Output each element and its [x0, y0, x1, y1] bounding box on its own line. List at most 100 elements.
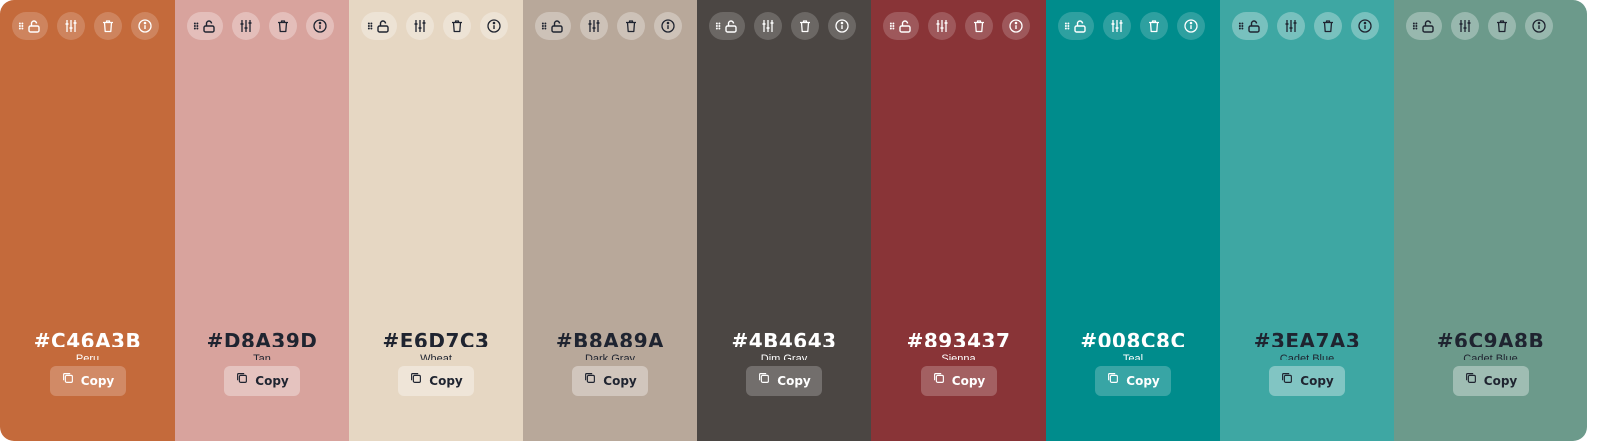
adjust-button[interactable] [406, 12, 434, 40]
info-button[interactable] [1525, 12, 1553, 40]
color-name: Sienna [941, 353, 976, 360]
info-icon [1358, 19, 1372, 33]
trash-icon [974, 20, 984, 33]
drag-lock-button[interactable] [1232, 12, 1268, 40]
adjust-button[interactable] [928, 12, 956, 40]
copy-icon [585, 373, 596, 383]
delete-button[interactable] [791, 12, 819, 40]
color-swatch[interactable]: #E6D7C3 Wheat Copy [349, 0, 523, 441]
swatch-info: #6C9A8B Cadet Blue Copy [1394, 328, 1587, 396]
drag-lock-button[interactable] [535, 12, 571, 40]
color-swatch[interactable]: #3EA7A3 Cadet Blue Copy [1220, 0, 1394, 441]
hex-code[interactable]: #C46A3B [0, 328, 175, 347]
trash-icon [626, 20, 636, 33]
drag-lock-button[interactable] [361, 12, 397, 40]
hex-code[interactable]: #6C9A8B [1394, 328, 1587, 347]
palette-strip: #C46A3B Peru Copy #D8A39D Tan Copy #E6D7C3 Whea… [0, 0, 1587, 441]
drag-lock-button[interactable] [12, 12, 48, 40]
copy-button[interactable]: Copy [920, 366, 997, 396]
copy-label: Copy [429, 374, 463, 388]
unlock-icon [28, 20, 40, 33]
drag-lock-button[interactable] [187, 12, 223, 40]
delete-button[interactable] [269, 12, 297, 40]
copy-label: Copy [777, 374, 811, 388]
color-swatch[interactable]: #4B4643 Dim Gray Copy [697, 0, 871, 441]
copy-button[interactable]: Copy [1095, 366, 1171, 396]
hex-code[interactable]: #E6D7C3 [349, 328, 523, 347]
swatch-toolbar [187, 12, 343, 40]
hex-code[interactable]: #D8A39D [175, 328, 349, 347]
swatch-toolbar [1406, 12, 1562, 40]
copy-button[interactable]: Copy [572, 366, 648, 396]
delete-button[interactable] [617, 12, 645, 40]
info-button[interactable] [828, 12, 856, 40]
delete-button[interactable] [1488, 12, 1516, 40]
swatch-toolbar [1232, 12, 1388, 40]
hex-code[interactable]: #3EA7A3 [1220, 328, 1394, 347]
copy-icon [1108, 373, 1119, 383]
hex-code[interactable]: #B8A89A [523, 328, 697, 347]
delete-button[interactable] [1140, 12, 1168, 40]
copy-icon [1282, 373, 1293, 383]
copy-button[interactable]: Copy [224, 366, 300, 396]
adjust-button[interactable] [232, 12, 260, 40]
drag-lock-button[interactable] [709, 12, 745, 40]
info-icon [1532, 19, 1546, 33]
sliders-icon [65, 20, 77, 32]
info-button[interactable] [1177, 12, 1205, 40]
hex-code[interactable]: #008C8C [1046, 328, 1220, 347]
unlock-icon [203, 20, 215, 33]
swatch-info: #3EA7A3 Cadet Blue Copy [1220, 328, 1394, 396]
delete-button[interactable] [443, 12, 471, 40]
adjust-button[interactable] [580, 12, 608, 40]
info-button[interactable] [306, 12, 334, 40]
delete-button[interactable] [965, 12, 993, 40]
color-name: Dark Gray [584, 353, 636, 360]
adjust-button[interactable] [57, 12, 85, 40]
drag-lock-button[interactable] [1058, 12, 1094, 40]
info-button[interactable] [1002, 12, 1030, 40]
trash-icon [1497, 20, 1507, 33]
unlock-icon [1074, 20, 1086, 33]
adjust-button[interactable] [754, 12, 782, 40]
color-swatch[interactable]: #6C9A8B Cadet Blue Copy [1394, 0, 1587, 441]
sliders-icon [762, 20, 774, 32]
copy-button[interactable]: Copy [49, 366, 126, 396]
adjust-button[interactable] [1103, 12, 1131, 40]
color-swatch[interactable]: #008C8C Teal Copy [1046, 0, 1220, 441]
copy-icon [1465, 373, 1476, 383]
swatch-info: #893437 Sienna Copy [871, 328, 1046, 396]
color-swatch[interactable]: #893437 Sienna Copy [871, 0, 1046, 441]
info-icon [138, 19, 152, 33]
trash-icon [452, 20, 462, 33]
color-swatch[interactable]: #B8A89A Dark Gray Copy [523, 0, 697, 441]
info-icon [487, 19, 501, 33]
delete-button[interactable] [1314, 12, 1342, 40]
sliders-icon [1111, 20, 1123, 32]
copy-button[interactable]: Copy [1452, 366, 1529, 396]
hex-code[interactable]: #893437 [871, 328, 1046, 347]
color-swatch[interactable]: #C46A3B Peru Copy [0, 0, 175, 441]
info-button[interactable] [654, 12, 682, 40]
info-button[interactable] [480, 12, 508, 40]
trash-icon [1323, 20, 1333, 33]
info-icon [661, 19, 675, 33]
color-name: Peru [75, 353, 100, 360]
hex-code[interactable]: #4B4643 [697, 328, 871, 347]
info-button[interactable] [1351, 12, 1379, 40]
copy-button[interactable]: Copy [398, 366, 474, 396]
unlock-icon [551, 20, 563, 33]
sliders-icon [1285, 20, 1297, 32]
color-swatch[interactable]: #D8A39D Tan Copy [175, 0, 349, 441]
copy-button[interactable]: Copy [746, 366, 822, 396]
info-button[interactable] [131, 12, 159, 40]
drag-lock-button[interactable] [1406, 12, 1442, 40]
drag-lock-button[interactable] [883, 12, 919, 40]
delete-button[interactable] [94, 12, 122, 40]
swatch-toolbar [883, 12, 1039, 40]
copy-button[interactable]: Copy [1269, 366, 1345, 396]
copy-label: Copy [255, 374, 289, 388]
adjust-button[interactable] [1451, 12, 1479, 40]
adjust-button[interactable] [1277, 12, 1305, 40]
copy-label: Copy [1126, 374, 1160, 388]
